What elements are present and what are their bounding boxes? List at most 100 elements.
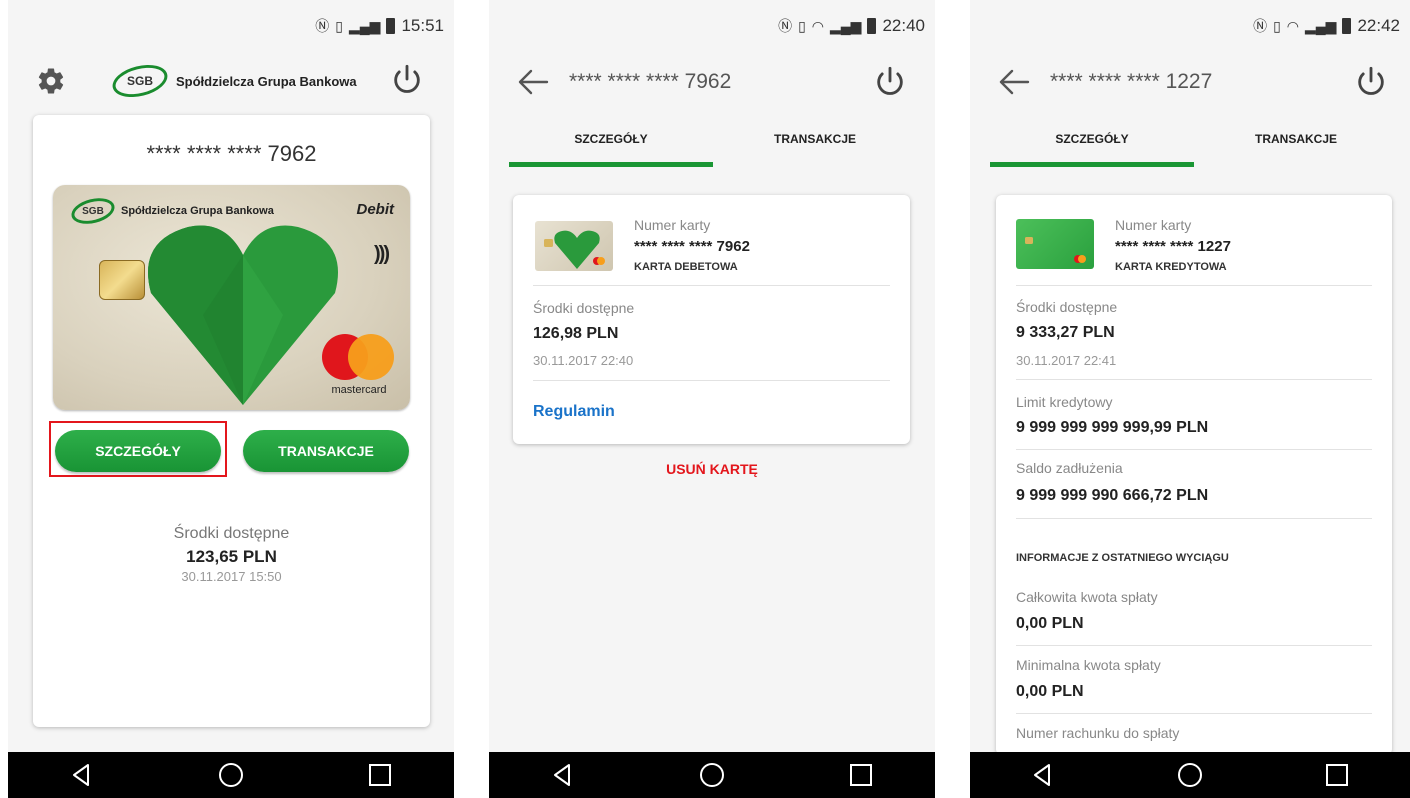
top-bar: SGB Spółdzielcza Grupa Bankowa — [8, 56, 454, 106]
debt-balance-value: 9 999 999 990 666,72 PLN — [1016, 487, 1209, 504]
card-details-panel: Numer karty **** **** **** 7962 KARTA DE… — [513, 195, 910, 444]
header-card-number: **** **** **** 7962 — [569, 70, 732, 93]
available-funds-amount: 123,65 PLN — [186, 547, 277, 566]
status-bar: Ⓝ ▯ ◠ ▂▄▆ 22:40 — [489, 0, 935, 52]
nav-back-icon[interactable] — [1023, 755, 1063, 795]
card-thumbnail — [535, 221, 613, 271]
nfc-icon: Ⓝ — [778, 18, 793, 34]
statement-section-header: INFORMACJE Z OSTATNIEGO WYCIĄGU — [1016, 552, 1229, 564]
android-nav-bar — [489, 752, 935, 798]
back-arrow-icon[interactable] — [517, 68, 549, 96]
mastercard-logo: mastercard — [322, 334, 396, 396]
nav-back-icon[interactable] — [543, 755, 583, 795]
nav-home-icon[interactable] — [211, 755, 251, 795]
logo-emblem: SGB — [109, 59, 171, 103]
card-number-value: **** **** **** 7962 — [634, 238, 750, 255]
card-kind: KARTA DEBETOWA — [634, 261, 738, 273]
battery-icon — [386, 18, 396, 34]
vibrate-icon: ▯ — [798, 17, 806, 34]
minimum-repayment-value: 0,00 PLN — [1016, 683, 1084, 700]
divider — [1016, 285, 1372, 286]
available-funds: Środki dostępne 123,65 PLN 30.11.2017 15… — [33, 525, 430, 584]
card-kind: KARTA KREDYTOWA — [1115, 261, 1227, 273]
details-button[interactable]: SZCZEGÓŁY — [55, 430, 221, 472]
divider — [1016, 645, 1372, 646]
available-funds-amount: 9 333,27 PLN — [1016, 324, 1115, 341]
nav-home-icon[interactable] — [1170, 755, 1210, 795]
tab-details[interactable]: SZCZEGÓŁY — [509, 132, 713, 146]
divider — [533, 380, 890, 381]
credit-limit-label: Limit kredytowy — [1016, 394, 1113, 410]
available-funds-date: 30.11.2017 22:41 — [1016, 353, 1117, 368]
divider — [1016, 449, 1372, 450]
divider — [1016, 518, 1372, 519]
app-header: **** **** **** 7962 — [489, 52, 935, 112]
nav-recents-icon[interactable] — [360, 755, 400, 795]
signal-icon: ▂▄▆ — [830, 17, 862, 34]
screen-card-home: Ⓝ ▯ ▂▄▆ 15:51 SGB Spółdzielcza Grupa Ban… — [8, 0, 454, 798]
available-funds-amount: 126,98 PLN — [533, 325, 619, 342]
minimum-repayment-label: Minimalna kwota spłaty — [1016, 657, 1161, 673]
available-funds-date: 30.11.2017 15:50 — [181, 569, 282, 584]
wifi-icon: ◠ — [1286, 17, 1299, 34]
vibrate-icon: ▯ — [335, 17, 343, 34]
card-thumbnail — [1016, 219, 1094, 269]
card-number: **** **** **** 7962 — [146, 141, 317, 166]
nav-recents-icon[interactable] — [841, 755, 881, 795]
divider — [1016, 379, 1372, 380]
nfc-icon: Ⓝ — [1253, 18, 1268, 34]
active-tab-indicator — [509, 162, 713, 167]
android-nav-bar — [8, 752, 454, 798]
tab-bar: SZCZEGÓŁY TRANSAKCJE — [970, 118, 1410, 168]
screen-credit-details: Ⓝ ▯ ◠ ▂▄▆ 22:42 **** **** **** 1227 SZCZ… — [970, 0, 1410, 798]
screen-debit-details: Ⓝ ▯ ◠ ▂▄▆ 22:40 **** **** **** 7962 SZCZ… — [489, 0, 935, 798]
back-arrow-icon[interactable] — [998, 68, 1030, 96]
total-repayment-label: Całkowita kwota spłaty — [1016, 589, 1158, 605]
nfc-icon: Ⓝ — [315, 18, 330, 34]
status-bar: Ⓝ ▯ ▂▄▆ 15:51 — [8, 0, 454, 52]
available-funds-label: Środki dostępne — [533, 300, 635, 316]
nav-back-icon[interactable] — [62, 755, 102, 795]
card-panel: **** **** **** 7962 SGB Spółdzielcza Gru… — [33, 115, 430, 727]
status-time: 22:42 — [1357, 16, 1400, 35]
nav-recents-icon[interactable] — [1317, 755, 1357, 795]
tab-transactions[interactable]: TRANSAKCJE — [713, 132, 917, 146]
total-repayment-value: 0,00 PLN — [1016, 615, 1084, 632]
wifi-icon: ◠ — [811, 17, 824, 34]
payment-card-image[interactable]: SGB Spółdzielcza Grupa Bankowa Debit )))… — [53, 185, 410, 410]
status-time: 15:51 — [401, 16, 444, 35]
available-funds-date: 30.11.2017 22:40 — [533, 353, 634, 368]
contactless-icon: ))) — [374, 243, 390, 265]
tab-details[interactable]: SZCZEGÓŁY — [990, 132, 1194, 146]
tab-transactions[interactable]: TRANSAKCJE — [1194, 132, 1398, 146]
app-header: **** **** **** 1227 — [970, 52, 1410, 112]
heart-graphic — [147, 225, 339, 405]
card-number-label: Numer karty — [634, 217, 711, 233]
divider — [533, 285, 890, 286]
signal-icon: ▂▄▆ — [349, 17, 381, 34]
power-icon[interactable] — [873, 64, 907, 98]
status-time: 22:40 — [882, 16, 925, 35]
bank-logo: SGB Spółdzielcza Grupa Bankowa — [109, 59, 357, 103]
terms-link[interactable]: Regulamin — [533, 403, 615, 421]
debt-balance-label: Saldo zadłużenia — [1016, 460, 1123, 476]
power-icon[interactable] — [390, 62, 424, 96]
header-card-number: **** **** **** 1227 — [1050, 70, 1213, 93]
credit-limit-value: 9 999 999 999 999,99 PLN — [1016, 419, 1209, 436]
divider — [1016, 713, 1372, 714]
active-tab-indicator — [990, 162, 1194, 167]
signal-icon: ▂▄▆ — [1305, 17, 1337, 34]
gear-icon[interactable] — [36, 66, 66, 96]
card-chip — [99, 260, 145, 300]
tab-bar: SZCZEGÓŁY TRANSAKCJE — [489, 118, 935, 168]
power-icon[interactable] — [1354, 64, 1388, 98]
battery-icon — [1342, 18, 1352, 34]
available-funds-label: Środki dostępne — [173, 525, 290, 542]
remove-card-button[interactable]: USUŃ KARTĘ — [489, 461, 935, 477]
transactions-button[interactable]: TRANSAKCJE — [243, 430, 409, 472]
card-details-panel: Numer karty **** **** **** 1227 KARTA KR… — [996, 195, 1392, 755]
nav-home-icon[interactable] — [692, 755, 732, 795]
vibrate-icon: ▯ — [1273, 17, 1281, 34]
card-number-value: **** **** **** 1227 — [1115, 238, 1231, 255]
status-bar: Ⓝ ▯ ◠ ▂▄▆ 22:42 — [970, 0, 1410, 52]
